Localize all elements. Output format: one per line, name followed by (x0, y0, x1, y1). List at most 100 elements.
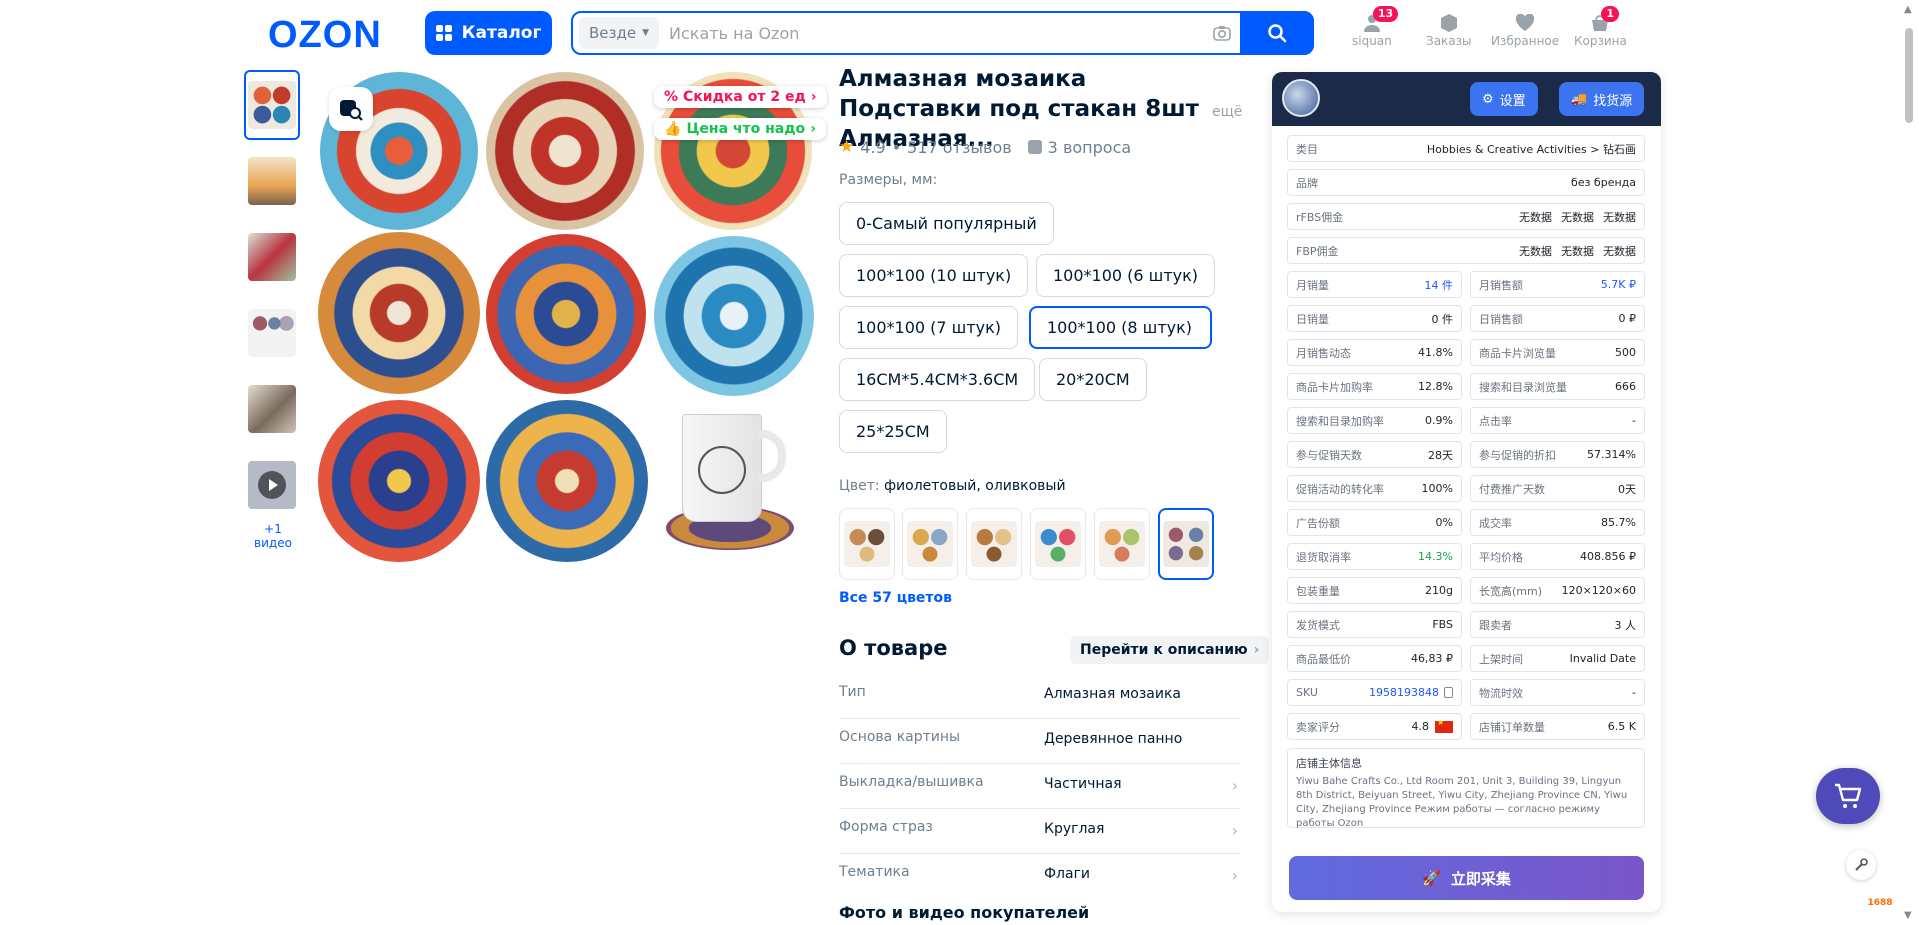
metric-cell: 退货取消率 14.3% (1287, 543, 1462, 570)
no-data: 无数据 (1561, 210, 1594, 224)
search-scope-select[interactable]: Везде ▼ (579, 17, 660, 49)
main-product-image[interactable] (316, 70, 816, 570)
nav-profile[interactable]: 13 siquan (1352, 6, 1399, 48)
title-more-link[interactable]: ещё (1212, 104, 1242, 120)
attribute-value: Алмазная мозаика (1044, 686, 1181, 702)
metric-value: 666 (1615, 380, 1636, 393)
truck-icon: 🚚 (1571, 91, 1588, 107)
attribute-row[interactable]: Выкладка/вышивка Частичная › (839, 764, 1240, 809)
metric-cell: 日销售额 0 ₽ (1470, 305, 1645, 332)
size-option[interactable]: 100*100 (7 штук) (839, 306, 1019, 349)
metric-value[interactable]: 1958193848 (1369, 686, 1439, 699)
metric-value: 0 件 (1431, 312, 1454, 326)
scrollbar-thumb[interactable] (1905, 28, 1913, 123)
size-option[interactable]: 0-Самый популярный (839, 202, 1054, 245)
color-swatch-selected[interactable] (1158, 508, 1214, 580)
nav-favorites[interactable]: Избранное (1491, 12, 1559, 48)
metric-key: SKU (1296, 686, 1318, 699)
search-button[interactable] (1240, 11, 1314, 55)
size-option[interactable]: 16CM*5.4CM*3.6CM (839, 358, 1036, 401)
nav-orders[interactable]: Заказы (1426, 12, 1472, 48)
size-option[interactable]: 25*25CM (839, 410, 947, 453)
brand-cell: 品牌 без бренда (1287, 169, 1645, 196)
metric-value: FBS (1432, 618, 1453, 631)
catalog-button[interactable]: Каталог (425, 11, 552, 55)
metric-key: 参与促销天数 (1296, 448, 1362, 462)
color-swatch[interactable] (1030, 508, 1086, 580)
attribute-key: Тип (839, 684, 866, 700)
category-cell: 类目 Hobbies & Creative Activities > 钻石画 (1287, 135, 1645, 162)
nav-cart[interactable]: 1 Корзина (1574, 6, 1627, 48)
shop-info-title: 店铺主体信息 (1296, 757, 1362, 770)
attribute-row[interactable]: Форма страз Круглая › (839, 809, 1240, 854)
shop-info-desc: Yiwu Bahe Crafts Co., Ltd Room 201, Unit… (1296, 776, 1628, 829)
floating-cart-button[interactable] (1816, 768, 1880, 824)
attribute-row[interactable]: Тематика Флаги › (839, 854, 1240, 899)
thumbnail[interactable] (244, 374, 300, 444)
camera-icon[interactable] (1204, 15, 1240, 51)
attribute-row: Основа картины Деревянное панно (839, 719, 1240, 764)
scroll-up-arrow[interactable]: ▲ (1904, 4, 1912, 15)
nav-orders-label: Заказы (1426, 34, 1472, 48)
settings-button[interactable]: ⚙ 设置 (1470, 82, 1538, 116)
metric-key: 月销量 (1296, 278, 1329, 292)
go-to-description-label: Перейти к описанию (1080, 642, 1248, 658)
image-search-button[interactable] (329, 87, 373, 131)
color-swatch[interactable] (839, 508, 895, 580)
size-option-selected[interactable]: 100*100 (8 штук) (1029, 306, 1212, 349)
discount-sticker[interactable]: % Скидка от 2 ед › (654, 86, 827, 108)
chevron-right-icon: › (1231, 776, 1238, 795)
video-thumbnail[interactable] (244, 450, 300, 520)
color-swatch[interactable] (966, 508, 1022, 580)
metric-cell: 卖家评分 4.8 (1287, 713, 1462, 740)
collect-now-button[interactable]: 🚀 立即采集 (1289, 856, 1644, 900)
wrench-icon[interactable] (1846, 850, 1876, 880)
thumbnail[interactable] (244, 146, 300, 216)
metric-value: 6.5 K (1607, 720, 1636, 733)
metric-cell: 商品卡片加购率 12.8% (1287, 373, 1462, 400)
metric-key: 平均价格 (1479, 550, 1523, 564)
attribute-key: Выкладка/вышивка (839, 774, 984, 790)
chevron-right-icon: › (810, 89, 817, 105)
copy-icon[interactable] (1444, 687, 1453, 698)
search-scope-label: Везде (589, 24, 637, 42)
metric-value: 85.7% (1601, 516, 1636, 529)
play-icon (258, 471, 286, 499)
nav-profile-label: siquan (1352, 34, 1392, 48)
size-option[interactable]: 100*100 (6 штук) (1036, 254, 1216, 297)
good-price-sticker[interactable]: 👍 Цена что надо › (654, 118, 826, 140)
video-count-label[interactable]: +1 видео (244, 522, 302, 550)
reviews-link[interactable]: 517 отзывов (907, 138, 1012, 157)
all-colors-link[interactable]: Все 57 цветов (839, 590, 952, 606)
metric-cell: 搜索和目录浏览量 666 (1470, 373, 1645, 400)
metric-key: 物流时效 (1479, 686, 1523, 700)
metric-cell: 跟卖者 3 人 (1470, 611, 1645, 638)
search-input[interactable] (659, 15, 1204, 51)
metric-cell: 长宽高(mm) 120×120×60 (1470, 577, 1645, 604)
attribute-key: Основа картины (839, 729, 961, 745)
find-source-button[interactable]: 🚚 找货源 (1559, 82, 1645, 116)
go-to-description-button[interactable]: Перейти к описанию › (1070, 636, 1270, 664)
thumbnail[interactable] (244, 70, 300, 140)
about-product-title: О товаре (839, 636, 948, 660)
rating-value: 4.9 (860, 137, 886, 157)
scroll-down-arrow[interactable]: ▼ (1904, 910, 1912, 921)
size-option[interactable]: 20*20CM (1039, 358, 1147, 401)
1688-logo[interactable]: 1688 (1862, 888, 1898, 918)
china-flag-icon (1435, 718, 1453, 733)
metric-cell: 商品卡片浏览量 500 (1470, 339, 1645, 366)
search-bar: Везде ▼ (571, 11, 1314, 55)
questions-link[interactable]: 3 вопроса (1048, 138, 1132, 157)
thumbnail[interactable] (244, 298, 300, 368)
color-swatch[interactable] (902, 508, 958, 580)
category-value: Hobbies & Creative Activities > 钻石画 (1426, 142, 1636, 156)
attribute-value: Частичная (1044, 776, 1122, 792)
chevron-down-icon: ▼ (642, 28, 650, 38)
metric-cell: 参与促销天数 28天 (1287, 441, 1462, 468)
attribute-value: Флаги (1044, 866, 1091, 882)
color-swatch[interactable] (1094, 508, 1150, 580)
size-option[interactable]: 100*100 (10 штук) (839, 254, 1029, 297)
thumbnail[interactable] (244, 222, 300, 292)
ozon-logo[interactable]: OZON (268, 14, 382, 57)
metric-cell: 发货模式 FBS (1287, 611, 1462, 638)
